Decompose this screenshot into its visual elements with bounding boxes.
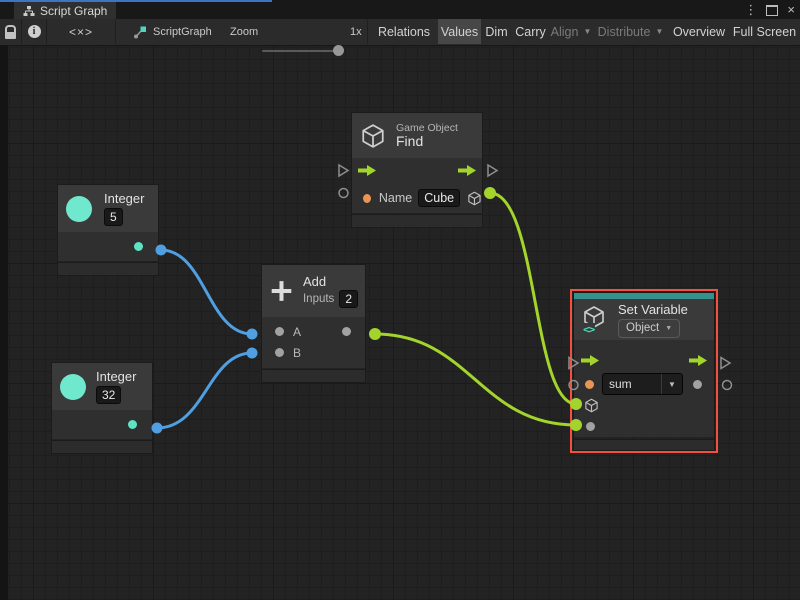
code-view-button[interactable]: <×> — [47, 19, 115, 44]
toolbar-button-values[interactable]: Values — [438, 19, 481, 44]
selection-border: <> Set Variable Object ▼ sum ▼ — [570, 289, 718, 453]
input-port-name[interactable] — [363, 193, 371, 203]
output-port-value[interactable] — [693, 379, 702, 389]
title-bar: Script Graph ⋮ × — [0, 0, 800, 19]
toolbar-button-dim[interactable]: Dim — [482, 19, 511, 44]
toolbar-button-fullscreen[interactable]: Full Screen — [730, 19, 799, 44]
lock-icon — [5, 24, 16, 39]
flow-out-port[interactable] — [458, 165, 476, 176]
toolbar-button-overview[interactable]: Overview — [669, 19, 729, 44]
dropdown-caret-icon: ▼ — [668, 379, 676, 389]
flow-in-port[interactable] — [581, 354, 599, 366]
graph-name-widget[interactable]: ScriptGraph — [133, 19, 212, 44]
align-caret-icon: ▼ — [583, 27, 592, 36]
script-graph-icon — [134, 26, 146, 38]
add-icon — [271, 281, 292, 301]
node-footer — [58, 263, 158, 275]
node-set-variable[interactable]: <> Set Variable Object ▼ sum ▼ — [574, 293, 714, 450]
window-controls: ⋮ × — [744, 2, 795, 18]
node-footer — [262, 370, 365, 382]
close-icon[interactable]: × — [787, 2, 795, 18]
node-title: Find — [396, 133, 424, 149]
node-integer-bottom[interactable]: Integer 32 — [52, 363, 152, 453]
toolbar-button-distribute[interactable]: Distribute ▼ — [593, 19, 668, 44]
output-port-value[interactable] — [128, 420, 137, 429]
inputs-count-field[interactable]: 2 — [339, 290, 358, 308]
input-port-object[interactable] — [584, 398, 599, 413]
output-port-sum[interactable] — [342, 327, 351, 336]
zoom-label: Zoom — [230, 25, 259, 38]
lock-button[interactable] — [0, 19, 21, 44]
node-gameobject-find[interactable]: Game Object Find Name Cube — [352, 113, 482, 227]
tab-script-graph[interactable]: Script Graph — [14, 2, 117, 19]
tab-title: Script Graph — [40, 3, 108, 18]
maximize-icon[interactable] — [766, 4, 779, 16]
name-value-field[interactable]: Cube — [418, 189, 461, 207]
node-add[interactable]: Add Inputs 2 A B — [262, 265, 365, 382]
integer-value-field[interactable]: 32 — [96, 386, 122, 404]
node-footer — [352, 215, 482, 227]
script-graph-window-icon — [23, 5, 35, 16]
code-view-icon: <×> — [68, 24, 94, 39]
flow-out-port[interactable] — [689, 354, 707, 366]
output-port-gameobject[interactable] — [467, 190, 482, 207]
zoom-value: 1x — [350, 25, 362, 38]
gameobject-cube-icon — [362, 123, 384, 148]
graph-toolbar: i <×> ScriptGraph Zoom 1x Relations Valu… — [0, 19, 800, 56]
integer-icon — [60, 373, 86, 400]
distribute-caret-icon: ▼ — [655, 27, 664, 36]
zoom-slider[interactable] — [262, 50, 344, 52]
kebab-menu-icon[interactable]: ⋮ — [744, 2, 757, 18]
input-port-assign-value[interactable] — [586, 421, 595, 431]
inputs-label: Inputs — [302, 293, 335, 305]
input-port-a[interactable] — [275, 327, 284, 336]
info-button[interactable]: i — [22, 19, 46, 44]
node-footer — [52, 441, 152, 453]
toolbar-button-align[interactable]: Align ▼ — [550, 19, 592, 44]
node-footer — [574, 440, 714, 450]
graph-name-label: ScriptGraph — [153, 25, 212, 38]
node-title: Set Variable — [618, 301, 688, 317]
node-integer-top[interactable]: Integer 5 — [58, 185, 158, 275]
left-edge-strip — [0, 45, 8, 600]
input-port-b[interactable] — [275, 348, 284, 357]
name-label: Name — [378, 191, 413, 205]
node-title: Integer — [104, 191, 145, 206]
code-brackets-icon: <> — [582, 322, 595, 336]
input-port-name[interactable] — [585, 379, 594, 389]
output-port-value[interactable] — [134, 242, 143, 251]
node-title: Add — [302, 274, 327, 289]
port-a-label: A — [293, 324, 302, 339]
variable-kind-dropdown[interactable]: Object ▼ — [618, 318, 681, 338]
integer-value-field[interactable]: 5 — [104, 208, 123, 226]
toolbar-button-carry[interactable]: Carry — [512, 19, 549, 44]
flow-in-port[interactable] — [358, 165, 376, 176]
dropdown-caret-icon: ▼ — [665, 324, 673, 332]
port-b-label: B — [293, 345, 302, 360]
info-icon: i — [27, 25, 41, 38]
node-title: Integer — [96, 369, 137, 384]
toolbar-button-relations[interactable]: Relations — [371, 19, 437, 44]
integer-icon — [66, 195, 92, 222]
zoom-slider-handle[interactable] — [333, 45, 344, 56]
variable-name-dropdown[interactable]: sum ▼ — [602, 373, 683, 395]
